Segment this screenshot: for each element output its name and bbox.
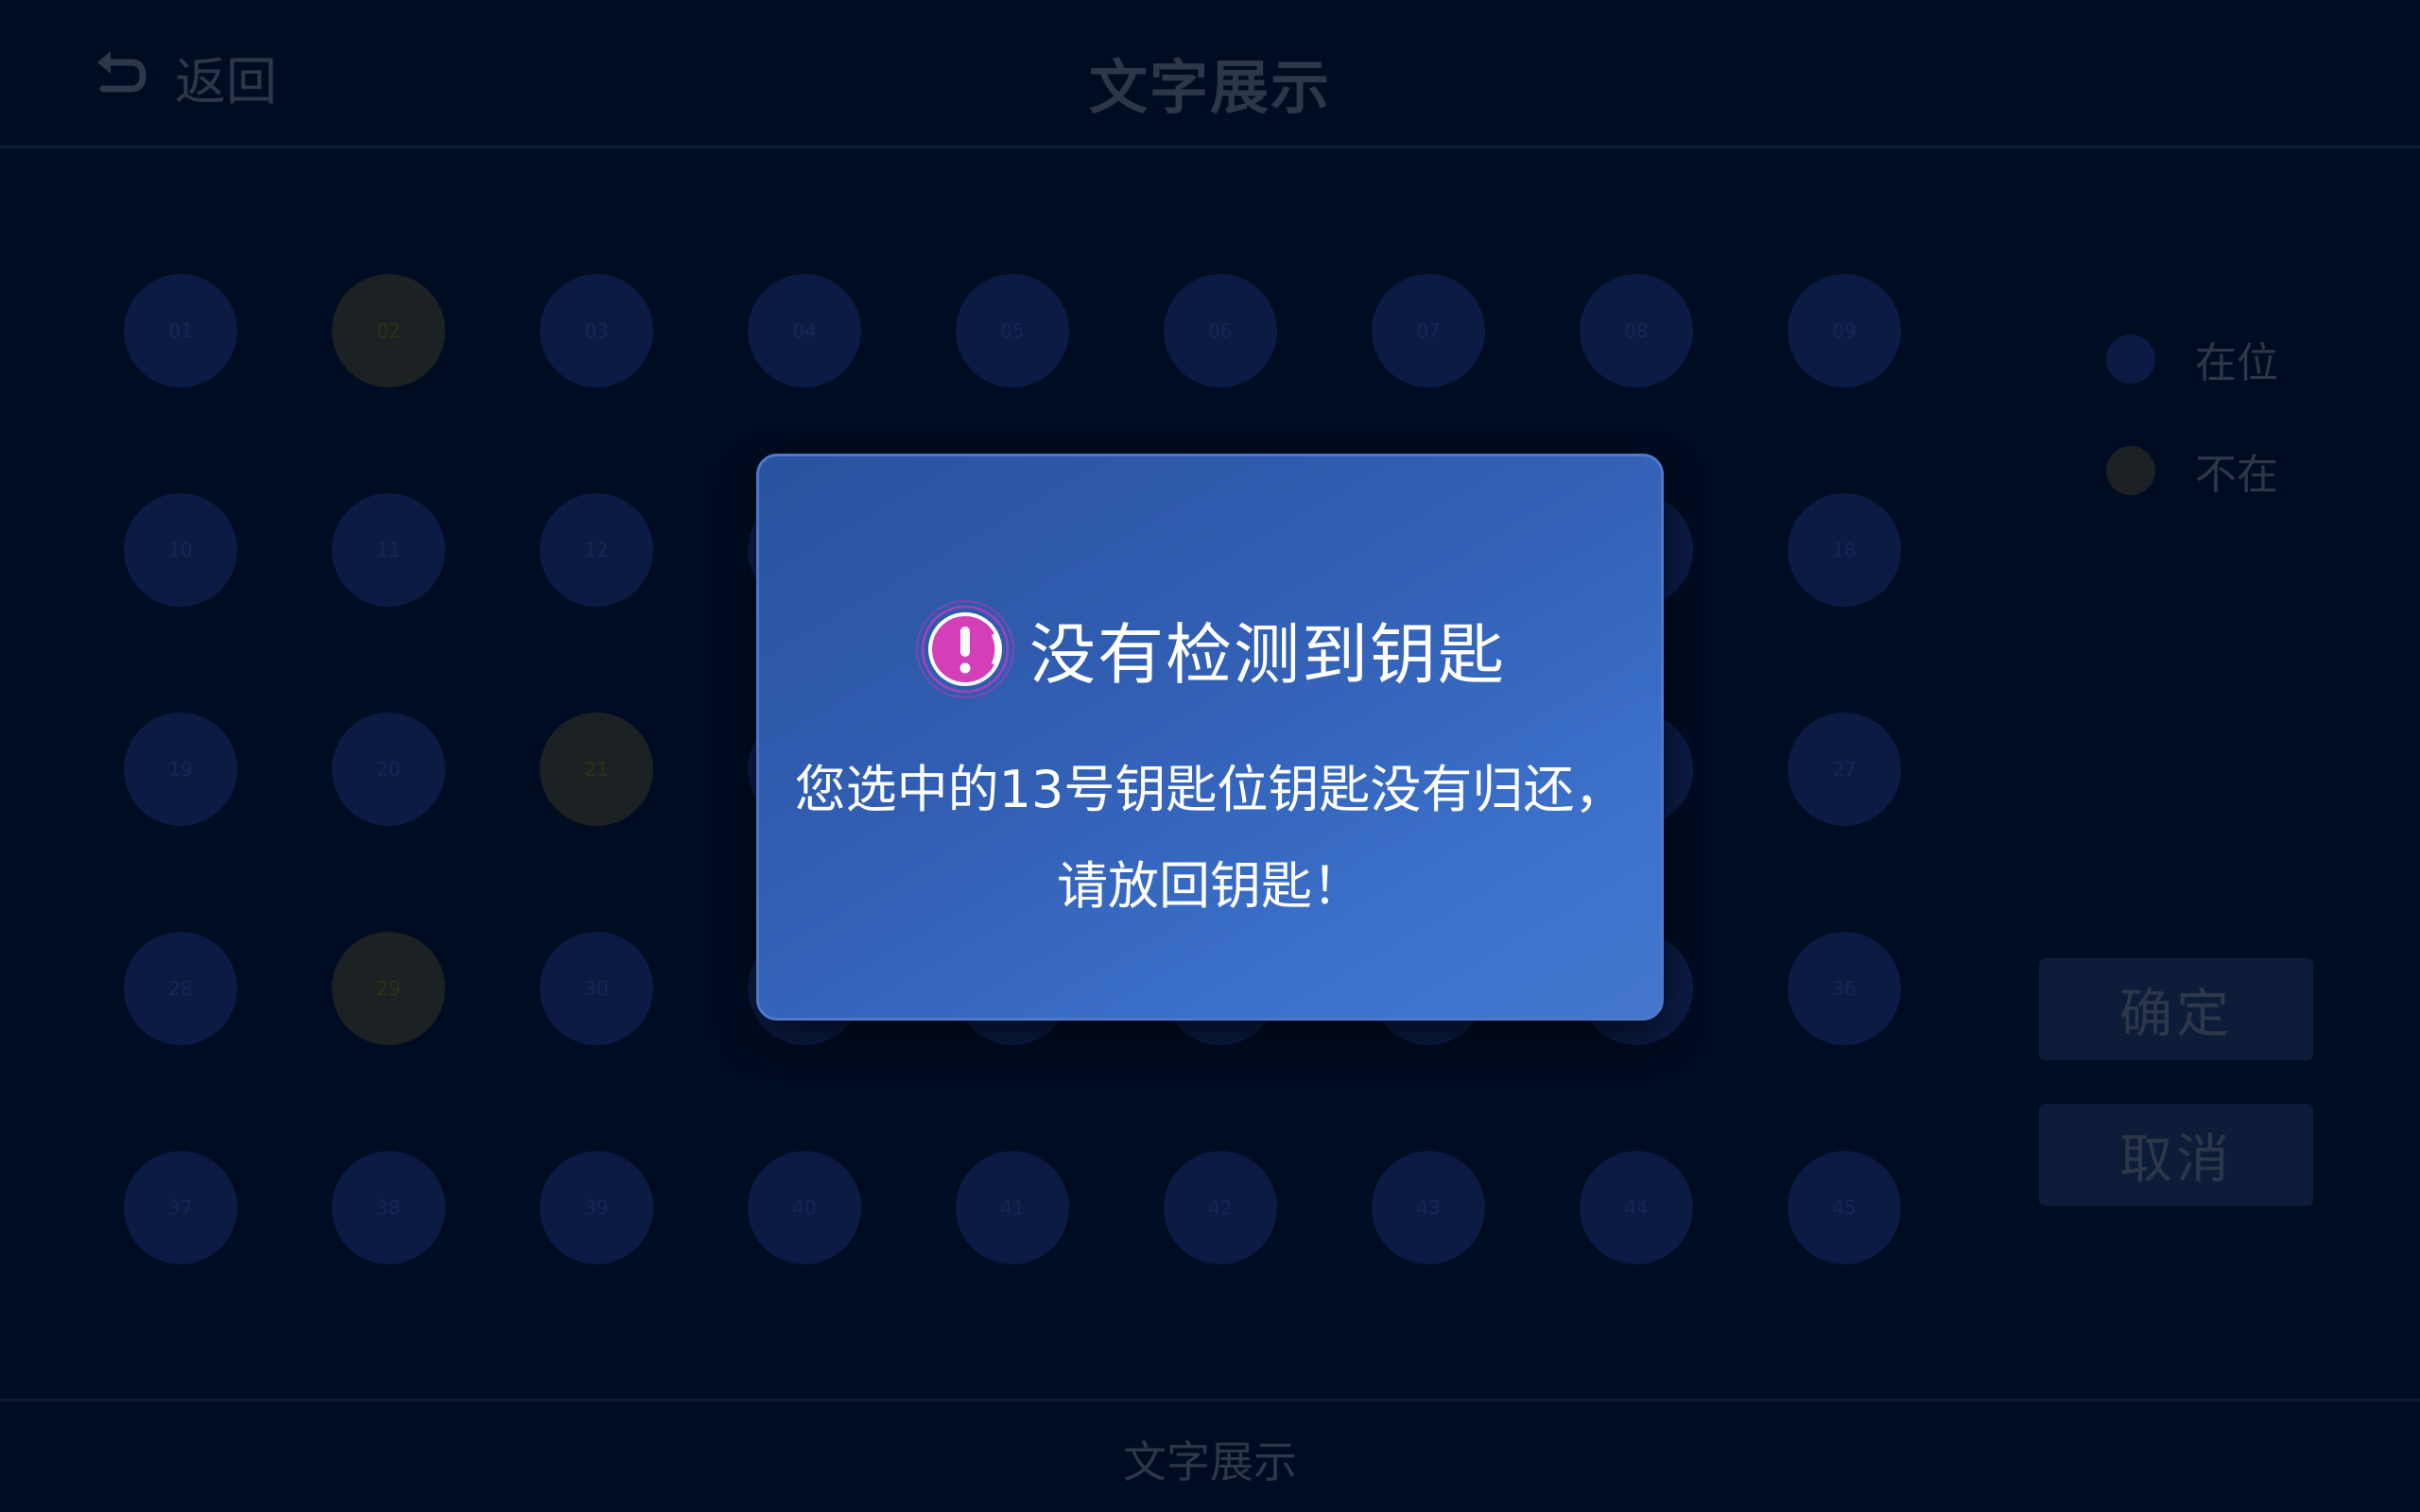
- key-slot[interactable]: 01: [124, 274, 237, 387]
- header-bar: 返回 文字展示: [0, 0, 2420, 148]
- key-slot[interactable]: 39: [540, 1151, 653, 1264]
- key-slot[interactable]: 04: [748, 274, 861, 387]
- legend: 在位 不在: [2106, 331, 2278, 554]
- key-slot[interactable]: 42: [1164, 1151, 1277, 1264]
- key-slot[interactable]: 19: [124, 713, 237, 826]
- key-slot[interactable]: 06: [1164, 274, 1277, 387]
- dialog-header: 没有检测到钥匙: [759, 598, 1661, 700]
- present-dot-icon: [2106, 335, 2155, 384]
- key-slot[interactable]: 09: [1788, 274, 1901, 387]
- dialog-message-line1: 您选中的13号钥匙位钥匙没有归还，: [794, 760, 1626, 819]
- warning-icon: [916, 600, 1014, 698]
- key-slot[interactable]: 21: [540, 713, 653, 826]
- dialog-message: 您选中的13号钥匙位钥匙没有归还， 请放回钥匙！: [759, 742, 1661, 935]
- key-slot[interactable]: 30: [540, 932, 653, 1045]
- key-slot[interactable]: 12: [540, 493, 653, 607]
- key-slot[interactable]: 03: [540, 274, 653, 387]
- absent-dot-icon: [2106, 446, 2155, 495]
- key-slot[interactable]: 36: [1788, 932, 1901, 1045]
- key-slot[interactable]: 29: [332, 932, 445, 1045]
- key-slot[interactable]: 28: [124, 932, 237, 1045]
- key-slot[interactable]: 05: [956, 274, 1069, 387]
- key-slot[interactable]: 18: [1788, 493, 1901, 607]
- key-slot[interactable]: 08: [1580, 274, 1693, 387]
- alert-dialog: 没有检测到钥匙 您选中的13号钥匙位钥匙没有归还， 请放回钥匙！: [756, 454, 1664, 1021]
- legend-label-present: 在位: [2195, 339, 2278, 387]
- key-slot[interactable]: 20: [332, 713, 445, 826]
- legend-item-present: 在位: [2106, 331, 2278, 387]
- cancel-button[interactable]: 取消: [2039, 1104, 2313, 1206]
- confirm-button[interactable]: 确定: [2039, 958, 2313, 1060]
- footer-bar: 文字展示: [0, 1399, 2420, 1512]
- footer-label: 文字展示: [1123, 1436, 1297, 1487]
- key-slot[interactable]: 07: [1372, 274, 1485, 387]
- key-slot[interactable]: 10: [124, 493, 237, 607]
- dialog-message-line2: 请放回钥匙！: [1057, 856, 1363, 916]
- key-slot[interactable]: 40: [748, 1151, 861, 1264]
- legend-label-absent: 不在: [2195, 451, 2278, 499]
- key-slot[interactable]: 44: [1580, 1151, 1693, 1264]
- key-slot[interactable]: 27: [1788, 713, 1901, 826]
- legend-item-absent: 不在: [2106, 442, 2278, 499]
- dialog-title: 没有检测到钥匙: [1029, 615, 1506, 694]
- key-slot[interactable]: 37: [124, 1151, 237, 1264]
- key-slot[interactable]: 02: [332, 274, 445, 387]
- key-slot[interactable]: 45: [1788, 1151, 1901, 1264]
- key-slot[interactable]: 43: [1372, 1151, 1485, 1264]
- key-slot[interactable]: 38: [332, 1151, 445, 1264]
- key-slot[interactable]: 41: [956, 1151, 1069, 1264]
- key-slot[interactable]: 11: [332, 493, 445, 607]
- page-title: 文字展示: [1088, 53, 1331, 122]
